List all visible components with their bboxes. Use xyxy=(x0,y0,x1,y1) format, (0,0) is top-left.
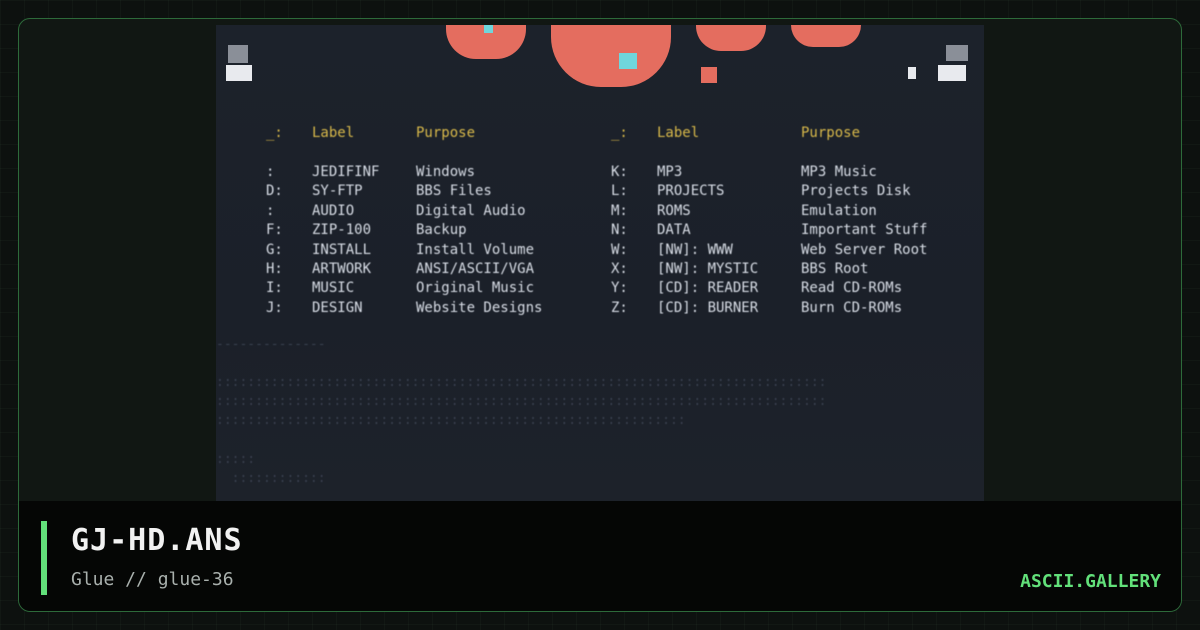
table-cell-l-label: MUSIC xyxy=(312,280,355,297)
table-cell-l-label: INSTALL xyxy=(312,241,372,258)
table-row: H: ARTWORK ANSI/ASCII/VGA X: [NW]: MYSTIC BBS… xyxy=(216,261,984,280)
header-key-1: _: xyxy=(266,125,283,141)
pixel-blob-2 xyxy=(551,25,671,87)
pixel-cyan-2 xyxy=(484,25,493,33)
pixel-cyan-1 xyxy=(619,53,637,69)
header-key-2: _: xyxy=(611,125,628,141)
table-cell-r-key: N: xyxy=(611,222,628,239)
table-cell-l-label: JEDIFINF xyxy=(312,164,380,180)
artwork-title: GJ-HD.ANS xyxy=(71,523,243,558)
table-cell-l-label: DESIGN xyxy=(312,299,363,316)
faded-text-line-4: ::::: xyxy=(216,452,256,467)
table-cell-l-key: : xyxy=(266,202,275,219)
table-cell-r-purpose: Emulation xyxy=(801,202,877,219)
table-cell-r-key: K: xyxy=(611,164,628,180)
header-label-2: Label xyxy=(657,125,700,141)
table-cell-r-label: MP3 xyxy=(657,164,683,180)
table-cell-r-key: Z: xyxy=(611,299,628,316)
table-cell-l-key: D: xyxy=(266,183,283,200)
brand-logo-text[interactable]: ASCII.GALLERY xyxy=(1020,571,1161,592)
header-purpose-1: Purpose xyxy=(416,125,476,141)
table-row: J: DESIGN Website Designs Z: [CD]: BURNER Bur… xyxy=(216,300,984,319)
table-cell-l-key: F: xyxy=(266,222,283,239)
gallery-card: _: Label Purpose _: Label Purpose : JEDIF… xyxy=(18,18,1182,612)
table-cell-l-purpose: Backup xyxy=(416,222,467,239)
faded-text-line-3: ::::::::::::::::::::::::::::::::::::::::… xyxy=(216,413,686,428)
faded-text-line-1: ::::::::::::::::::::::::::::::::::::::::… xyxy=(216,375,827,390)
table-row: : AUDIO Digital Audio M: ROMS Emulation xyxy=(216,203,984,222)
table-cell-l-purpose: Install Volume xyxy=(416,241,535,258)
table-row: : JEDIFINF Windows K: MP3 MP3 Music xyxy=(216,164,984,183)
table-cell-r-key: L: xyxy=(611,183,628,200)
table-cell-r-key: M: xyxy=(611,202,628,219)
table-cell-r-label: [NW]: WWW xyxy=(657,241,733,258)
table-cell-l-label: ZIP-100 xyxy=(312,222,372,239)
faded-separator: -------------- xyxy=(216,337,326,352)
table-cell-l-key: I: xyxy=(266,280,283,297)
table-cell-l-purpose: Original Music xyxy=(416,280,535,297)
header-purpose-2: Purpose xyxy=(801,125,861,141)
artwork-subtitle: Glue // glue-36 xyxy=(71,569,234,590)
table-cell-l-key: : xyxy=(266,164,275,180)
table-cell-l-label: AUDIO xyxy=(312,202,355,219)
table-cell-r-purpose: Read CD-ROMs xyxy=(801,280,903,297)
table-row: D: SY-FTP BBS Files L: PROJECTS Projects Disk xyxy=(216,183,984,202)
table-cell-l-key: G: xyxy=(266,241,283,258)
table-cell-l-purpose: BBS Files xyxy=(416,183,492,200)
table-cell-l-key: H: xyxy=(266,261,283,277)
table-cell-r-key: W: xyxy=(611,241,628,258)
ansi-art-preview: _: Label Purpose _: Label Purpose : JEDIF… xyxy=(216,25,984,501)
pixel-white-3 xyxy=(908,67,916,79)
table-cell-r-purpose: MP3 Music xyxy=(801,164,877,180)
table-row: G: INSTALL Install Volume W: [NW]: WWW Web Se… xyxy=(216,242,984,261)
table-cell-r-purpose: BBS Root xyxy=(801,261,869,277)
table-cell-r-label: DATA xyxy=(657,222,691,239)
table-cell-r-purpose: Projects Disk xyxy=(801,183,911,200)
table-row: F: ZIP-100 Backup N: DATA Important Stuff xyxy=(216,222,984,241)
ansi-art-table: _: Label Purpose _: Label Purpose : JEDIF… xyxy=(216,97,984,497)
pixel-white-2 xyxy=(938,65,966,81)
table-cell-l-purpose: Website Designs xyxy=(416,299,543,316)
table-cell-l-purpose: Digital Audio xyxy=(416,202,526,219)
table-cell-r-purpose: Burn CD-ROMs xyxy=(801,299,903,316)
table-cell-r-label: PROJECTS xyxy=(657,183,725,200)
table-cell-r-label: [NW]: MYSTIC xyxy=(657,261,759,277)
table-cell-l-purpose: Windows xyxy=(416,164,476,180)
faded-text-line-5: :::::::::::: xyxy=(216,471,326,486)
table-cell-l-label: SY-FTP xyxy=(312,183,363,200)
pixel-blob-3 xyxy=(696,25,766,51)
pixel-blob-4 xyxy=(791,25,861,47)
info-bar: GJ-HD.ANS Glue // glue-36 ASCII.GALLERY xyxy=(19,501,1181,611)
faded-text-line-2: ::::::::::::::::::::::::::::::::::::::::… xyxy=(216,394,827,409)
table-cell-r-key: Y: xyxy=(611,280,628,297)
table-cell-r-purpose: Web Server Root xyxy=(801,241,928,258)
pixel-gray-1 xyxy=(228,45,248,63)
table-cell-l-label: ARTWORK xyxy=(312,261,372,277)
pixel-blob-5 xyxy=(701,67,717,83)
table-cell-r-label: [CD]: READER xyxy=(657,280,759,297)
table-cell-r-purpose: Important Stuff xyxy=(801,222,928,239)
header-row: _: Label Purpose _: Label Purpose xyxy=(216,125,984,144)
header-label-1: Label xyxy=(312,125,355,141)
table-cell-l-key: J: xyxy=(266,299,283,316)
accent-bar xyxy=(41,521,47,595)
table-cell-r-label: ROMS xyxy=(657,202,691,219)
table-cell-l-purpose: ANSI/ASCII/VGA xyxy=(416,261,535,277)
table-cell-r-label: [CD]: BURNER xyxy=(657,299,759,316)
pixel-white-1 xyxy=(226,65,252,81)
pixel-gray-2 xyxy=(946,45,968,61)
table-row: I: MUSIC Original Music Y: [CD]: READER Read … xyxy=(216,280,984,299)
table-cell-r-key: X: xyxy=(611,261,628,277)
